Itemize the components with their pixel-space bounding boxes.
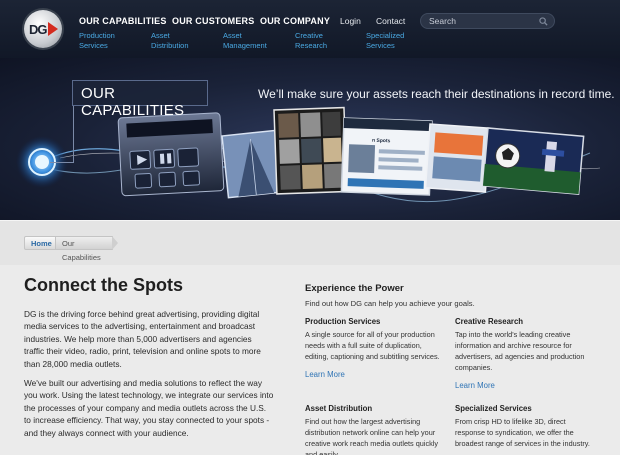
breadcrumb-arrow-icon: [112, 236, 118, 250]
hero-banner: OUR CAPABILITIES We’ll make sure your as…: [0, 58, 620, 220]
login-link[interactable]: Login: [340, 16, 361, 26]
service-creative-research: Creative Research Tap into the world's l…: [455, 317, 595, 390]
breadcrumb-current: Our Capabilities: [55, 236, 113, 262]
search-icon[interactable]: [539, 17, 548, 26]
callout-line: [73, 105, 74, 163]
service-description: A single source for all of your producti…: [305, 330, 440, 361]
sidebar-title: Experience the Power: [305, 283, 404, 294]
subnav-creative-research[interactable]: Creative Research: [295, 31, 345, 51]
service-description: From crisp HD to lifelike 3D, direct res…: [455, 417, 590, 448]
main-content: Connect the Spots DG is the driving forc…: [0, 265, 620, 455]
breadcrumb-home[interactable]: Home: [24, 236, 56, 250]
logo-text: DG: [29, 22, 47, 37]
nav-our-customers[interactable]: OUR CUSTOMERS: [172, 16, 254, 26]
nav-our-capabilities[interactable]: OUR CAPABILITIES: [79, 16, 167, 26]
service-description: Tap into the world's leading creative in…: [455, 330, 585, 372]
callout-line-horizontal: [50, 162, 74, 163]
subnav-asset-management[interactable]: Asset Management: [223, 31, 278, 51]
site-header: DG OUR CAPABILITIES OUR CUSTOMERS OUR CO…: [0, 0, 620, 58]
detail-paragraph: We've built our advertising and media so…: [24, 378, 274, 438]
service-production: Production Services A single source for …: [305, 317, 445, 379]
page-title: Connect the Spots: [24, 275, 184, 295]
nav-our-company[interactable]: OUR COMPANY: [260, 16, 330, 26]
service-description: Find out how the largest advertising dis…: [305, 417, 439, 455]
hero-title-box: OUR CAPABILITIES: [72, 80, 208, 119]
service-title: Production Services: [305, 317, 381, 326]
breadcrumb-bar: Home Our Capabilities: [0, 220, 620, 265]
search-placeholder: Search: [429, 16, 456, 26]
hero-tagline: We’ll make sure your assets reach their …: [258, 87, 615, 101]
learn-more-link[interactable]: Learn More: [305, 370, 445, 379]
service-title: Creative Research: [455, 317, 524, 326]
service-title: Asset Distribution: [305, 404, 373, 413]
search-input[interactable]: Search: [420, 13, 555, 29]
intro-paragraph: DG is the driving force behind great adv…: [24, 309, 261, 369]
subnav-asset-distribution[interactable]: Asset Distribution: [151, 31, 201, 51]
service-asset-distribution: Asset Distribution Find out how the larg…: [305, 404, 445, 455]
subnav-specialized-services[interactable]: Specialized Services: [366, 31, 416, 51]
logo-arrow-icon: [48, 22, 58, 36]
learn-more-link[interactable]: Learn More: [455, 381, 595, 390]
sidebar-subtitle: Find out how DG can help you achieve you…: [305, 299, 475, 308]
hero-title: OUR CAPABILITIES: [81, 85, 185, 119]
dg-logo[interactable]: DG: [24, 10, 62, 48]
service-specialized: Specialized Services From crisp HD to li…: [455, 404, 595, 449]
screen-caption: n Spots: [371, 137, 391, 145]
service-title: Specialized Services: [455, 404, 532, 413]
contact-link[interactable]: Contact: [376, 16, 405, 26]
subnav-production-services[interactable]: Production Services: [79, 31, 139, 51]
